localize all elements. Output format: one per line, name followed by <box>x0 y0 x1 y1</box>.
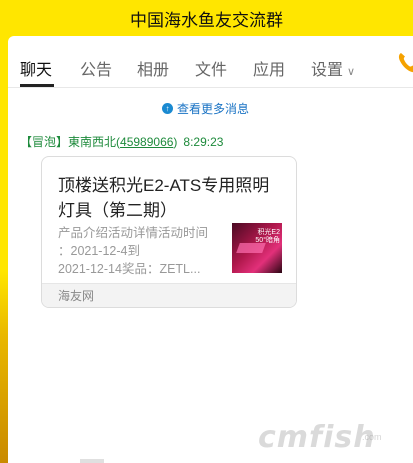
phone-icon[interactable] <box>397 50 413 74</box>
card-thumbnail: 积光E2 50°暗角 <box>232 223 282 273</box>
message-time: 8:29:23 <box>183 135 224 149</box>
sender-name[interactable]: 東南西北 <box>68 135 116 149</box>
tab-bar: 聊天 公告 相册 文件 应用 设置 ∨ <box>8 36 413 88</box>
card-description: 产品介绍活动详情活动时间 ：2021-12-4到 2021-12-14奖品：ZE… <box>58 226 209 276</box>
watermark-logo: cmfish <box>258 420 376 455</box>
message-header: 【冒泡】東南西北(45989066) 8:29:23 <box>20 133 223 150</box>
tab-settings-label: 设置 <box>311 62 344 79</box>
info-icon: ↑ <box>162 102 173 114</box>
card-title: 顶楼送积光E2-ATS专用照明灯具（第二期） <box>58 176 270 220</box>
chat-panel: 聊天 公告 相册 文件 应用 设置 ∨ ↑ 查看更多消息 【冒泡】東南西北(459… <box>8 36 413 463</box>
tab-announcements[interactable]: 公告 <box>80 56 112 80</box>
thumbnail-text-2: 50°暗角 <box>255 237 280 244</box>
view-more-messages-link[interactable]: ↑ 查看更多消息 <box>162 100 249 116</box>
horizontal-scrollbar[interactable] <box>8 457 413 463</box>
active-tab-indicator <box>20 84 54 87</box>
scrollbar-thumb[interactable] <box>80 459 104 463</box>
tab-apps[interactable]: 应用 <box>253 56 285 80</box>
card-source: 海友网 <box>42 283 296 307</box>
tab-album[interactable]: 相册 <box>137 56 169 80</box>
side-decoration <box>0 36 8 463</box>
tab-files[interactable]: 文件 <box>195 56 227 80</box>
watermark-domain: .com <box>362 432 382 442</box>
title-bar: 中国海水鱼友交流群 <box>0 0 413 36</box>
tab-chat[interactable]: 聊天 <box>20 56 52 80</box>
shared-link-card[interactable]: 顶楼送积光E2-ATS专用照明灯具（第二期） 产品介绍活动详情活动时间 ：202… <box>41 156 297 308</box>
chevron-down-icon: ∨ <box>347 66 356 78</box>
uid-close-paren: ) <box>173 135 178 149</box>
view-more-label: 查看更多消息 <box>177 101 250 116</box>
bubble-badge: 【冒泡】 <box>20 135 69 149</box>
sender-id-link[interactable]: 45989066 <box>120 135 173 149</box>
tab-settings[interactable]: 设置 ∨ <box>311 56 355 80</box>
window-title: 中国海水鱼友交流群 <box>130 10 283 30</box>
